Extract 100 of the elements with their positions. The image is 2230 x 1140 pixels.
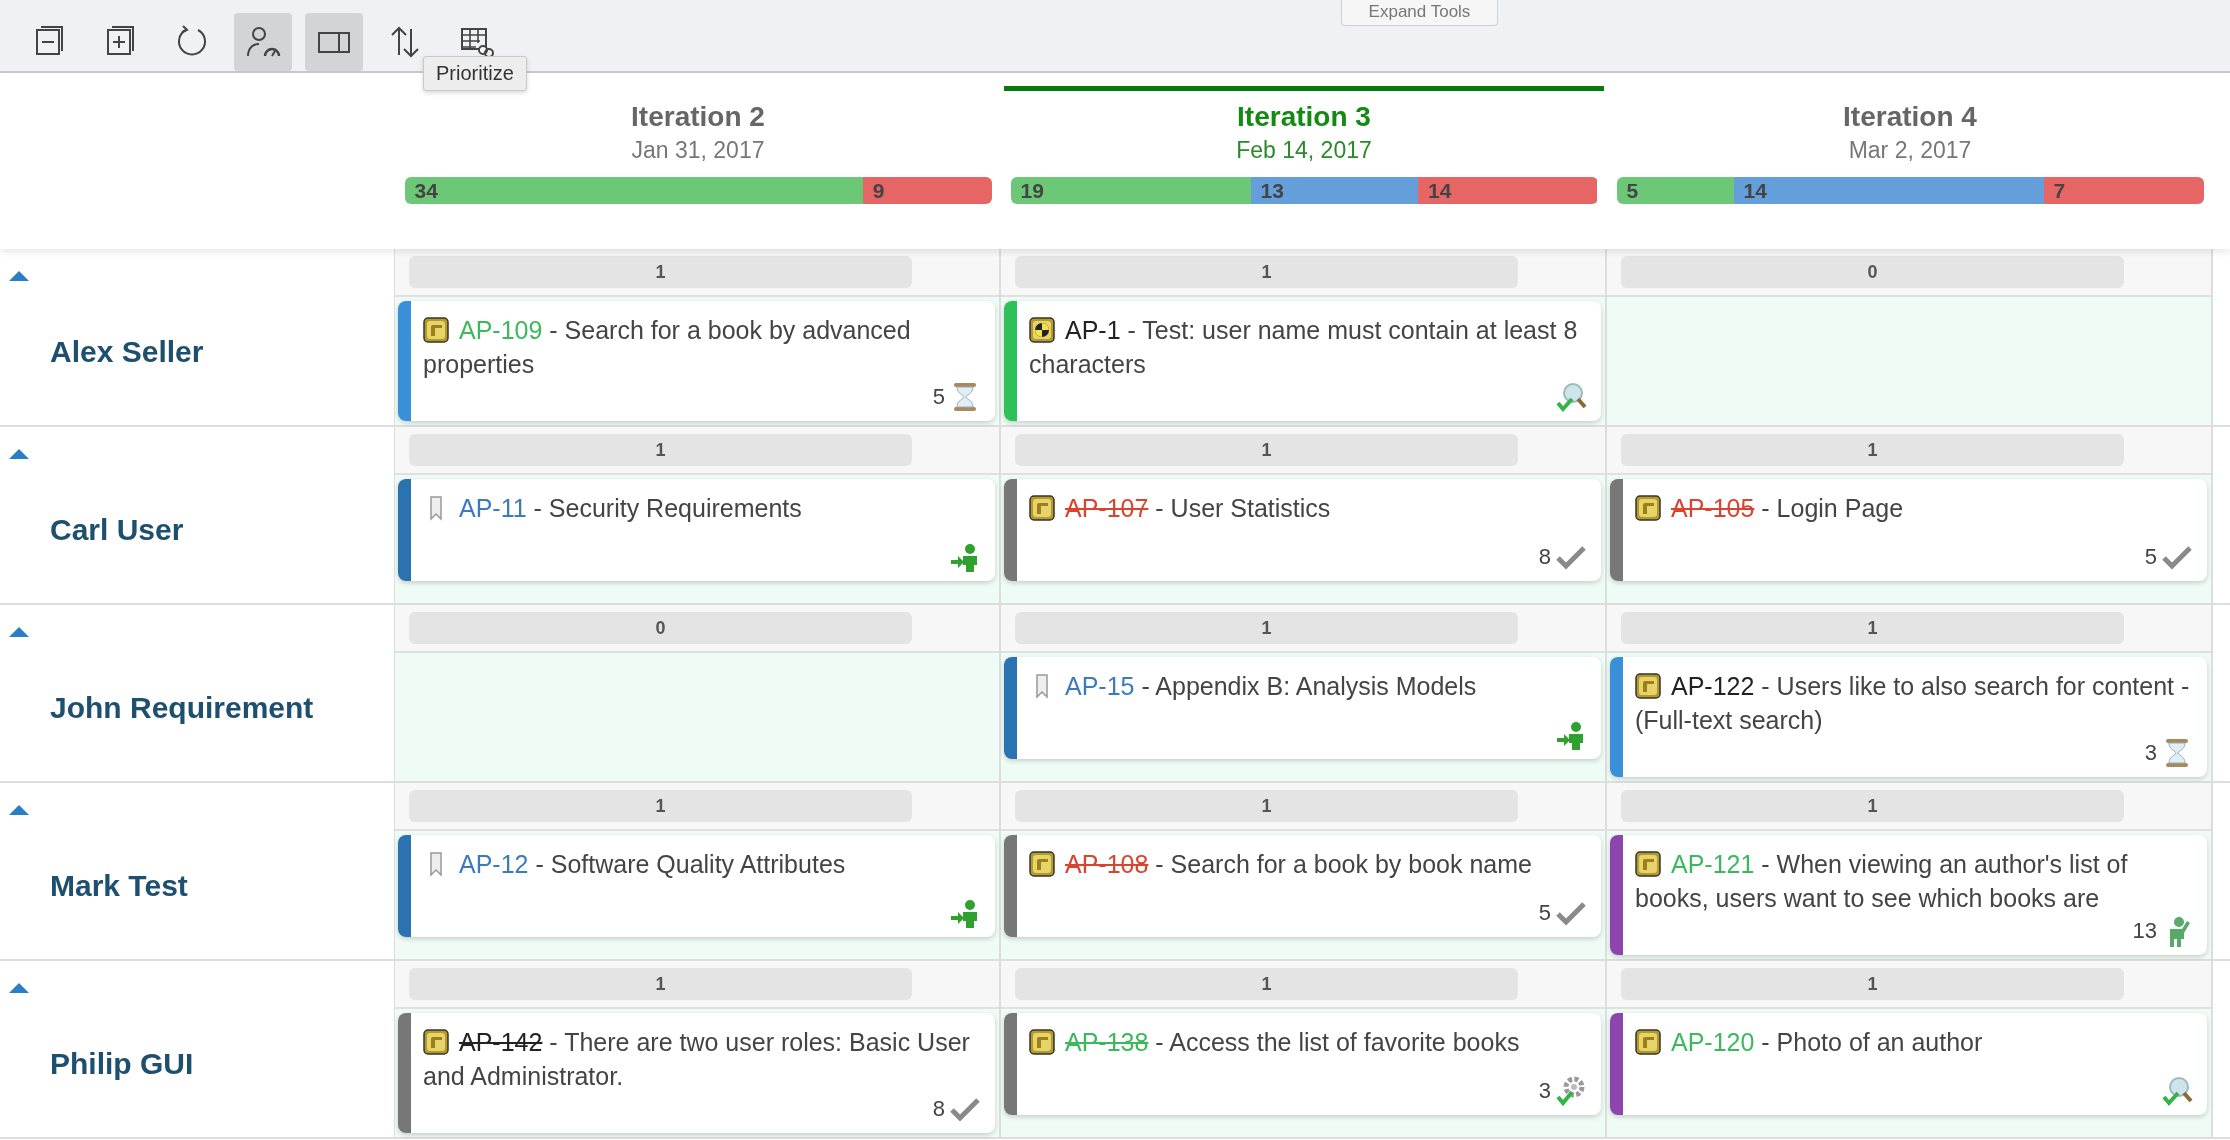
item-count: 0 bbox=[409, 612, 912, 644]
item-count: 1 bbox=[1015, 434, 1518, 466]
collapse-caret-icon[interactable] bbox=[9, 269, 29, 281]
progress-segment: 34 bbox=[404, 177, 863, 204]
story-card[interactable]: AP-105 - Login Page 5 bbox=[1610, 479, 2207, 581]
requirement-icon bbox=[1635, 673, 1661, 699]
story-card[interactable]: AP-108 - Search for a book by book name 5 bbox=[1004, 835, 1601, 937]
progress-segment: 13 bbox=[1250, 177, 1418, 204]
card-title: AP-122 - Users like to also search for content - (Full-text search) bbox=[1635, 671, 2191, 736]
item-count: 1 bbox=[1621, 968, 2124, 1000]
story-points: 3 bbox=[1538, 1078, 1551, 1104]
card-title: AP-109 - Search for a book by advanced properties bbox=[423, 315, 912, 380]
collapse-caret-icon[interactable] bbox=[9, 625, 29, 637]
story-card[interactable]: AP-109 - Search for a book by advanced properties 5 bbox=[398, 301, 995, 421]
card-title: AP-105 - Login Page bbox=[1635, 491, 2193, 525]
item-count: 1 bbox=[409, 256, 912, 288]
item-link[interactable]: AP-108 bbox=[1065, 850, 1149, 878]
item-count: 0 bbox=[1621, 256, 2124, 288]
requirement-icon bbox=[1635, 495, 1661, 521]
toolbar-button[interactable] bbox=[234, 13, 292, 71]
item-link[interactable]: AP-1 bbox=[1065, 316, 1121, 344]
card-title: AP-11 - Security Requirements bbox=[423, 491, 981, 525]
story-card[interactable]: AP-121 - When viewing an author's list of books, users want to see which books are 13 bbox=[1610, 835, 2207, 955]
item-count: 1 bbox=[409, 968, 912, 1000]
iteration-name: Iteration 3 bbox=[1237, 101, 1371, 133]
story-points: 13 bbox=[2132, 918, 2157, 944]
item-count: 1 bbox=[1621, 434, 2124, 466]
card-title: AP-12 - Software Quality Attributes bbox=[423, 847, 981, 881]
item-count: 1 bbox=[1621, 612, 2124, 644]
card-title: AP-107 - User Statistics bbox=[1029, 491, 1587, 525]
item-link[interactable]: AP-11 bbox=[459, 494, 527, 522]
story-points: 3 bbox=[2144, 740, 2157, 766]
lane-name: Carl User bbox=[50, 513, 184, 547]
magnifier-check-icon bbox=[2161, 1075, 2193, 1107]
requirement-icon bbox=[1635, 851, 1661, 877]
expand-tools-tab[interactable]: Expand Tools bbox=[1341, 0, 1498, 26]
toolbar-button[interactable] bbox=[305, 13, 363, 71]
iteration-tab[interactable]: Iteration 4 Mar 2, 2017 bbox=[1610, 86, 2210, 164]
story-card[interactable]: AP-120 - Photo of an author bbox=[1610, 1013, 2207, 1115]
item-link[interactable]: AP-107 bbox=[1065, 494, 1149, 522]
iteration-name: Iteration 2 bbox=[631, 101, 765, 133]
requirement-icon bbox=[1029, 851, 1055, 877]
lane-name: John Requirement bbox=[50, 691, 314, 725]
item-link[interactable]: AP-15 bbox=[1065, 672, 1135, 700]
lane-name: Philip GUI bbox=[50, 1047, 194, 1081]
iteration-date: Jan 31, 2017 bbox=[631, 137, 765, 164]
progress-segment: 9 bbox=[862, 177, 992, 204]
collapse-caret-icon[interactable] bbox=[9, 803, 29, 815]
iteration-date: Feb 14, 2017 bbox=[1236, 137, 1372, 164]
item-count: 1 bbox=[1621, 790, 2124, 822]
requirement-icon bbox=[1029, 1029, 1055, 1055]
item-link[interactable]: AP-105 bbox=[1671, 494, 1755, 522]
tooltip: Prioritize bbox=[423, 56, 527, 91]
requirement-icon bbox=[423, 1029, 449, 1055]
collapse-caret-icon[interactable] bbox=[9, 447, 29, 459]
progress-segment: 7 bbox=[2043, 177, 2204, 204]
card-title: AP-15 - Appendix B: Analysis Models bbox=[1029, 669, 1587, 703]
requirement-icon bbox=[423, 317, 449, 343]
item-count: 1 bbox=[1015, 612, 1518, 644]
card-title: AP-120 - Photo of an author bbox=[1635, 1025, 2193, 1059]
iteration-date: Mar 2, 2017 bbox=[1848, 137, 1972, 164]
iteration-tab[interactable]: Iteration 3 Feb 14, 2017 bbox=[1004, 86, 1604, 164]
magnifier-check-icon bbox=[1555, 381, 1587, 413]
item-count: 1 bbox=[1015, 790, 1518, 822]
lane-name: Alex Seller bbox=[50, 335, 204, 369]
story-card[interactable]: AP-15 - Appendix B: Analysis Models bbox=[1004, 657, 1601, 759]
test-icon bbox=[1029, 317, 1055, 343]
progress-segment: 14 bbox=[1417, 177, 1598, 204]
collapse-caret-icon[interactable] bbox=[9, 981, 29, 993]
story-points: 5 bbox=[932, 384, 945, 410]
card-title: AP-142 - There are two user roles: Basic User and Administrator. bbox=[423, 1027, 971, 1092]
item-count: 1 bbox=[409, 434, 912, 466]
item-link[interactable]: AP-122 bbox=[1671, 672, 1755, 700]
progress-segment: 5 bbox=[1616, 177, 1734, 204]
lane-name: Mark Test bbox=[50, 869, 188, 903]
story-card[interactable]: AP-142 - There are two user roles: Basic User and Administrator. 8 bbox=[398, 1013, 995, 1133]
card-title: AP-138 - Access the list of favorite books bbox=[1029, 1025, 1587, 1059]
iteration-name: Iteration 4 bbox=[1843, 101, 1977, 133]
story-points: 5 bbox=[2144, 544, 2157, 570]
story-card[interactable]: AP-107 - User Statistics 8 bbox=[1004, 479, 1601, 581]
story-points: 8 bbox=[1538, 544, 1551, 570]
progress-segment: 19 bbox=[1010, 177, 1251, 204]
card-title: AP-121 - When viewing an author's list of books, users want to see which books are bbox=[1635, 849, 2129, 914]
item-count: 1 bbox=[1015, 968, 1518, 1000]
requirement-icon bbox=[1635, 1029, 1661, 1055]
story-card[interactable]: AP-11 - Security Requirements bbox=[398, 479, 995, 581]
story-card[interactable]: AP-12 - Software Quality Attributes bbox=[398, 835, 995, 937]
requirement-icon bbox=[1029, 495, 1055, 521]
item-link[interactable]: AP-142 bbox=[459, 1028, 543, 1056]
story-card[interactable]: AP-122 - Users like to also search for content - (Full-text search) 3 bbox=[1610, 657, 2207, 777]
story-points: 5 bbox=[1538, 900, 1551, 926]
item-count: 1 bbox=[409, 790, 912, 822]
story-points: 8 bbox=[932, 1096, 945, 1122]
story-card[interactable]: AP-1 - Test: user name must contain at least 8 characters bbox=[1004, 301, 1601, 421]
gear-check-icon bbox=[1555, 1075, 1587, 1107]
card-title: AP-1 - Test: user name must contain at least 8 characters bbox=[1029, 315, 1579, 380]
story-card[interactable]: AP-138 - Access the list of favorite books 3 bbox=[1004, 1013, 1601, 1115]
progress-segment: 14 bbox=[1733, 177, 2044, 204]
card-title: AP-108 - Search for a book by book name bbox=[1029, 847, 1587, 881]
item-link[interactable]: AP-12 bbox=[459, 850, 529, 878]
